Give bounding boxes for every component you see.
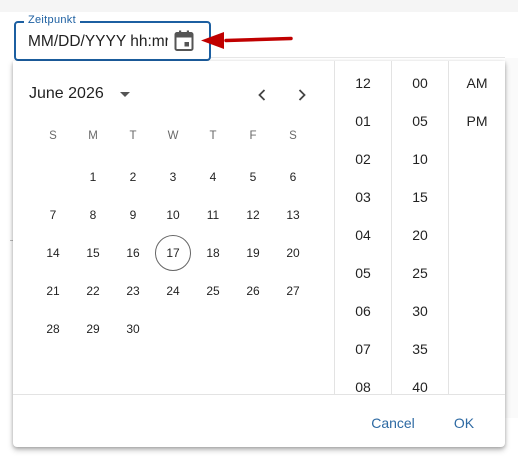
annotation-arrow-icon <box>201 32 293 49</box>
meridiem-option[interactable]: AM <box>449 71 505 95</box>
weekday-label: W <box>167 130 179 142</box>
background-column <box>505 58 518 418</box>
day-cell[interactable]: 1 <box>75 159 111 195</box>
datetime-field[interactable] <box>14 21 211 61</box>
day-cell[interactable]: 18 <box>195 235 231 271</box>
weekday-label: T <box>209 130 217 142</box>
chevron-left-icon <box>258 89 266 101</box>
day-cell[interactable]: 14 <box>35 235 71 271</box>
day-cell[interactable]: 2 <box>115 159 151 195</box>
hour-option[interactable]: 05 <box>335 261 391 285</box>
background-header <box>0 0 518 12</box>
day-cell[interactable]: 13 <box>275 197 311 233</box>
minute-option[interactable]: 20 <box>392 223 448 247</box>
day-cell[interactable]: 12 <box>235 197 271 233</box>
minute-option[interactable]: 15 <box>392 185 448 209</box>
day-cell[interactable]: 6 <box>275 159 311 195</box>
minute-option[interactable]: 25 <box>392 261 448 285</box>
minute-option[interactable]: 05 <box>392 109 448 133</box>
cancel-button[interactable]: Cancel <box>365 411 421 435</box>
weekday-label: M <box>88 130 98 142</box>
day-cell[interactable]: 7 <box>35 197 71 233</box>
hours-column[interactable]: 12 01 02 03 04 05 06 07 08 <box>334 61 391 394</box>
weekday-label: F <box>249 130 257 142</box>
day-cell[interactable]: 5 <box>235 159 271 195</box>
minute-option[interactable]: 10 <box>392 147 448 171</box>
month-year-switch[interactable]: June 2026 <box>29 81 130 107</box>
hour-option[interactable]: 02 <box>335 147 391 171</box>
day-cell[interactable]: 21 <box>35 273 71 309</box>
hour-option[interactable]: 01 <box>335 109 391 133</box>
hour-option[interactable]: 04 <box>335 223 391 247</box>
meridiem-option[interactable]: PM <box>449 109 505 133</box>
chevron-right-icon <box>298 89 306 101</box>
meridiem-column[interactable]: AM PM <box>448 61 505 394</box>
hour-option[interactable]: 07 <box>335 337 391 361</box>
month-label: June 2026 <box>29 85 104 102</box>
minutes-column[interactable]: 00 05 10 15 20 25 30 35 40 <box>391 61 448 394</box>
minute-option[interactable]: 35 <box>392 337 448 361</box>
weekday-label: S <box>49 130 57 142</box>
day-cell[interactable]: 8 <box>75 197 111 233</box>
next-month-button[interactable] <box>288 81 316 109</box>
day-cell[interactable]: 30 <box>115 311 151 347</box>
field-label: Zeitpunkt <box>24 13 80 27</box>
minute-option[interactable]: 30 <box>392 299 448 323</box>
minute-option[interactable]: 00 <box>392 71 448 95</box>
hour-option[interactable]: 03 <box>335 185 391 209</box>
picker-actions: Cancel OK <box>13 394 505 447</box>
day-cell[interactable]: 3 <box>155 159 191 195</box>
day-cell[interactable]: 28 <box>35 311 71 347</box>
day-cell[interactable]: 20 <box>275 235 311 271</box>
hour-option[interactable]: 12 <box>335 71 391 95</box>
datetime-picker-popup: June 2026 SMTWTFS 1 2 3 4 5 6 7 8 9 10 11 12 13 14 15 1… <box>13 61 505 447</box>
minute-option[interactable]: 40 <box>392 375 448 394</box>
day-cell[interactable]: 10 <box>155 197 191 233</box>
hour-option[interactable]: 06 <box>335 299 391 323</box>
day-cell[interactable]: 29 <box>75 311 111 347</box>
day-cell[interactable]: 15 <box>75 235 111 271</box>
day-cell[interactable]: 25 <box>195 273 231 309</box>
weekday-label: S <box>289 130 297 142</box>
ok-button[interactable]: OK <box>449 411 479 435</box>
datetime-input[interactable] <box>28 31 168 53</box>
day-cell[interactable]: 22 <box>75 273 111 309</box>
day-cell[interactable]: 24 <box>155 273 191 309</box>
calendar-icon[interactable] <box>173 29 195 53</box>
previous-month-button[interactable] <box>248 81 276 109</box>
weekday-label: T <box>129 130 137 142</box>
day-cell[interactable]: 4 <box>195 159 231 195</box>
day-cell-today[interactable]: 17 <box>155 235 191 271</box>
day-cell[interactable]: 26 <box>235 273 271 309</box>
calendar-panel: June 2026 SMTWTFS 1 2 3 4 5 6 7 8 9 10 11 12 13 14 15 1… <box>13 61 334 394</box>
caret-down-icon <box>119 91 130 97</box>
day-cell[interactable]: 23 <box>115 273 151 309</box>
hour-option[interactable]: 08 <box>335 375 391 394</box>
day-cell[interactable]: 27 <box>275 273 311 309</box>
day-cell[interactable]: 11 <box>195 197 231 233</box>
day-cell[interactable]: 9 <box>115 197 151 233</box>
day-cell[interactable]: 19 <box>235 235 271 271</box>
day-cell[interactable]: 16 <box>115 235 151 271</box>
